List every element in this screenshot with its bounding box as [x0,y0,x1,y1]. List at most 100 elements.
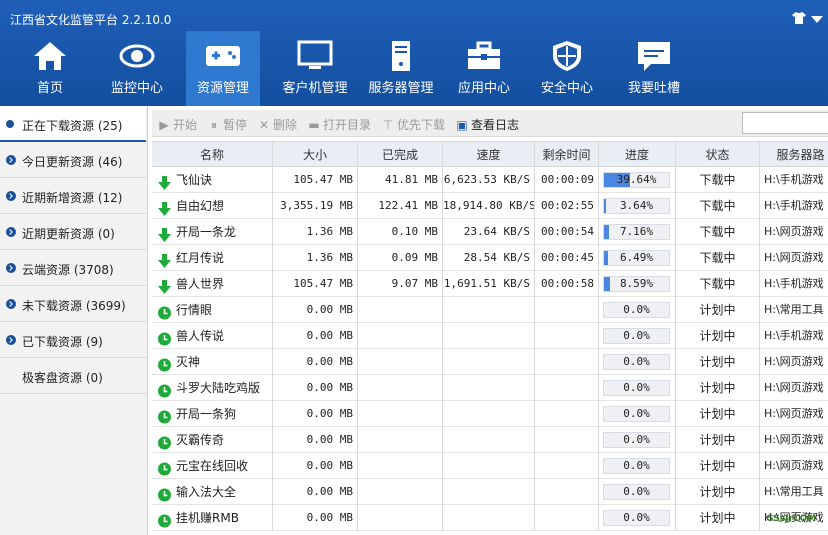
progress-bar: 0.0% [603,354,670,370]
clock-icon [158,355,171,372]
open-directory-button[interactable]: ▬ 打开目录 [308,116,371,133]
name-cell: 挂机赚RMB [152,505,273,531]
name-cell: 元宝在线回收 [152,453,273,479]
table-row[interactable]: 输入法大全 0.00 MB 0.0% 计划中 H:\常用工具 [152,479,828,505]
view-log-button[interactable]: ▣ 查看日志 [456,116,519,133]
column-header[interactable]: 服务器路 [760,142,828,168]
path-cell: H:\手机游戏 [760,323,828,349]
table-row[interactable]: 挂机赚RMB 0.00 MB 0.0% 计划中 H:\网页游戏 [152,505,828,531]
table-row[interactable]: 开局一条狗 0.00 MB 0.0% 计划中 H:\网页游戏 [152,401,828,427]
remain-cell: 00:00:54 [535,219,599,245]
resource-name: 自由幻想 [176,199,225,213]
pause-icon: ⏸ [210,118,217,132]
app-header: 江西省文化监管平台 2.2.10.0 首页 监控中心 资源管理 客户机管理 服务器管理 应… [0,0,828,106]
nav-item-3[interactable]: 客户机管理 [272,31,358,106]
sidebar-item-5[interactable]: 未下载资源 (3699) [0,286,146,322]
folder-icon: ▬ [308,118,320,132]
remain-cell [535,453,599,479]
table-row[interactable]: 开局一条龙 1.36 MB 0.10 MB 23.64 KB/S 00:00:54 7.1… [152,219,828,245]
table-header: 名称 大小 已完成 速度 剩余时间 进度 状态 服务器路 [152,141,828,168]
path-cell: H:\网页游戏 [760,219,828,245]
resource-name: 输入法大全 [176,485,237,499]
dropdown-menu-icon[interactable] [811,16,823,23]
table-row[interactable]: 灭神 0.00 MB 0.0% 计划中 H:\网页游戏 [152,349,828,375]
clock-icon [158,303,171,320]
column-header[interactable]: 状态 [676,142,760,168]
nav-item-6[interactable]: 安全中心 [530,31,604,106]
table-row[interactable]: 红月传说 1.36 MB 0.09 MB 28.54 KB/S 00:00:45 6.49… [152,245,828,271]
status-cell: 下载中 [676,219,760,245]
column-header[interactable]: 速度 [443,142,535,168]
sidebar-item-1[interactable]: 今日更新资源 (46) [0,142,146,178]
column-header[interactable]: 已完成 [358,142,443,168]
status-cell: 下载中 [676,245,760,271]
progress-cell: 0.0% [599,479,676,505]
skin-shirt-icon[interactable] [792,12,806,24]
nav-item-7[interactable]: 我要吐槽 [614,31,694,106]
column-header[interactable]: 进度 [599,142,676,168]
table-row[interactable]: 自由幻想 3,355.19 MB 122.41 MB 18,914.80 KB/S 00… [152,193,828,219]
name-cell: 开局一条龙 [152,219,273,245]
sidebar-item-3[interactable]: 近期更新资源 (0) [0,214,146,250]
priority-download-button[interactable]: ⊤ 优先下载 [382,116,445,133]
open-directory-label: 打开目录 [323,118,372,132]
done-cell: 0.09 MB [358,245,443,271]
status-cell: 计划中 [676,375,760,401]
size-cell: 0.00 MB [273,505,358,531]
table-row[interactable]: 元宝在线回收 0.00 MB 0.0% 计划中 H:\网页游戏 [152,453,828,479]
close-icon: ✕ [258,118,270,132]
path-cell: H:\手机游戏 [760,271,828,297]
size-cell: 0.00 MB [273,349,358,375]
progress-cell: 39.64% [599,167,676,193]
sidebar-item-6[interactable]: 已下载资源 (9) [0,322,146,358]
column-header[interactable]: 名称 [152,142,273,168]
table-row[interactable]: 灭霸传奇 0.00 MB 0.0% 计划中 H:\网页游戏 [152,427,828,453]
chevron-right-icon [6,191,16,201]
progress-text: 0.0% [623,459,650,472]
table-row[interactable]: 兽人世界 105.47 MB 9.07 MB 1,691.51 KB/S 00:00:5… [152,271,828,297]
table-row[interactable]: 兽人传说 0.00 MB 0.0% 计划中 H:\手机游戏 [152,323,828,349]
progress-text: 7.16% [619,225,654,238]
table-row[interactable]: 飞仙诀 105.47 MB 41.81 MB 6,623.53 KB/S 00:00:0… [152,167,828,193]
download-arrow-icon [158,225,171,242]
start-button[interactable]: ▶ 开始 [158,116,197,133]
progress-cell: 8.59% [599,271,676,297]
sidebar-item-7[interactable]: 极客盘资源 (0) [0,358,146,394]
sidebar-item-4[interactable]: 云端资源 (3708) [0,250,146,286]
size-cell: 0.00 MB [273,375,358,401]
table-row[interactable]: 行情眼 0.00 MB 0.0% 计划中 H:\常用工具 [152,297,828,323]
delete-label: 删除 [273,118,298,132]
speed-cell: 6,623.53 KB/S [443,167,535,193]
resource-name: 兽人传说 [176,329,225,343]
done-cell [358,505,443,531]
size-cell: 0.00 MB [273,427,358,453]
pause-button[interactable]: ⏸ 暂停 [208,116,247,133]
table-row[interactable]: 斗罗大陆吃鸡版 0.00 MB 0.0% 计划中 H:\网页游戏 [152,375,828,401]
nav-item-0[interactable]: 首页 [10,31,90,106]
nav-item-1[interactable]: 监控中心 [95,31,179,106]
nav-item-5[interactable]: 应用中心 [444,31,524,106]
path-cell: H:\网页游戏 [760,401,828,427]
eye-icon [119,40,155,72]
pin-icon: ⊤ [382,118,394,132]
progress-cell: 0.0% [599,297,676,323]
sidebar-item-label: 今日更新资源 (46) [22,155,123,169]
name-cell: 开局一条狗 [152,401,273,427]
column-header[interactable]: 大小 [273,142,358,168]
name-cell: 输入法大全 [152,479,273,505]
status-cell: 下载中 [676,193,760,219]
progress-bar: 0.0% [603,510,670,526]
progress-bar: 6.49% [603,250,670,266]
nav-item-2[interactable]: 资源管理 [186,31,260,106]
chevron-right-icon [6,335,16,345]
name-cell: 灭霸传奇 [152,427,273,453]
sidebar-item-0[interactable]: 正在下载资源 (25) [0,106,146,142]
search-input[interactable] [742,112,828,134]
progress-bar: 0.0% [603,432,670,448]
chevron-right-icon [6,155,16,165]
nav-item-4[interactable]: 服务器管理 [358,31,444,106]
delete-button[interactable]: ✕ 删除 [258,116,297,133]
sidebar-item-2[interactable]: 近期新增资源 (12) [0,178,146,214]
column-header[interactable]: 剩余时间 [535,142,599,168]
sidebar-item-label: 云端资源 (3708) [22,263,114,277]
